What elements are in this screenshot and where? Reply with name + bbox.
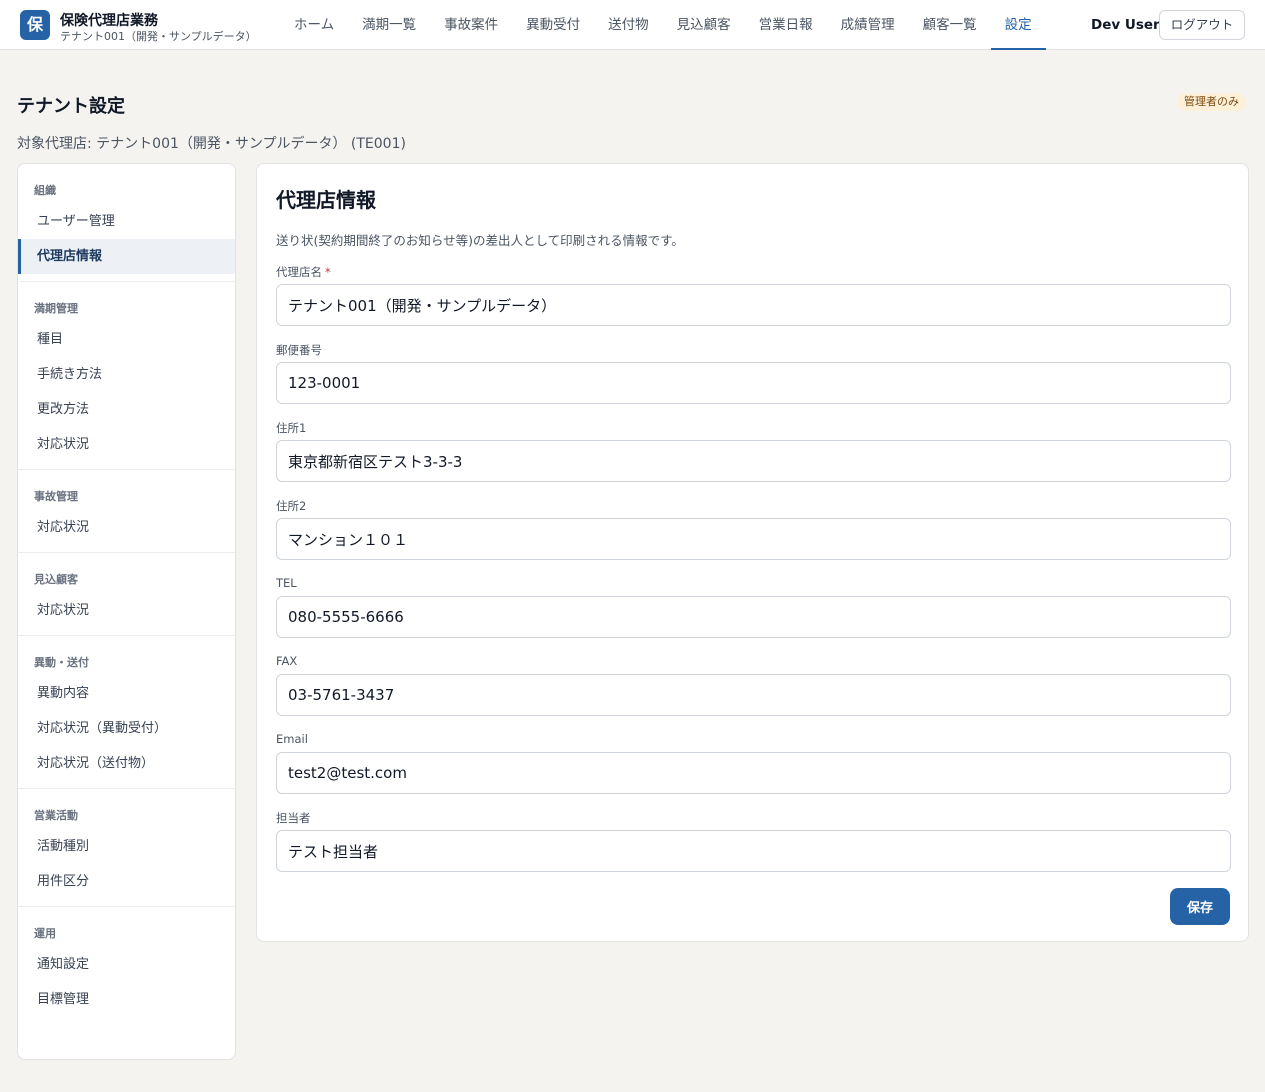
field-label: 代理店名 * xyxy=(276,264,331,280)
sidebar-section: 事故管理対応状況 xyxy=(18,470,235,553)
sidebar-item[interactable]: 通知設定 xyxy=(18,947,235,982)
field-input-0[interactable] xyxy=(276,284,1231,326)
nav-item-5[interactable]: 見込顧客 xyxy=(663,0,745,50)
field-input-6[interactable] xyxy=(276,752,1231,794)
sidebar-item[interactable]: 種目 xyxy=(18,322,235,357)
tenant-subtitle: テナント001（開発・サンプルデータ） xyxy=(60,30,257,43)
field-label-text: TEL xyxy=(276,576,297,590)
sidebar-section-heading: 異動・送付 xyxy=(34,656,89,669)
nav-item-3[interactable]: 異動受付 xyxy=(512,0,594,50)
field-input-7[interactable] xyxy=(276,830,1231,872)
settings-sidebar: 組織 ユーザー管理 代理店情報 満期管理 種目 手続き方法 更改方法 対応状況 事故管理 対応状況… xyxy=(17,163,236,1060)
sidebar-item[interactable]: 対応状況（送付物） xyxy=(18,746,235,781)
admin-only-badge: 管理者のみ xyxy=(1177,93,1246,111)
field-label-text: 担当者 xyxy=(276,811,311,825)
field-label-text: 住所2 xyxy=(276,499,307,513)
sidebar-section-heading: 事故管理 xyxy=(34,490,78,503)
field-label-text: 住所1 xyxy=(276,421,307,435)
sidebar-section: 営業活動活動種別 用件区分 xyxy=(18,789,235,907)
agency-info-card: 代理店情報 送り状(契約期間終了のお知らせ等)の差出人として印刷される情報です。… xyxy=(256,163,1249,942)
sidebar-item[interactable]: 用件区分 xyxy=(18,864,235,899)
field-input-2[interactable] xyxy=(276,440,1231,482)
top-header: 保 保険代理店業務 テナント001（開発・サンプルデータ） ホーム 満期一覧 事故案… xyxy=(0,0,1265,50)
nav-item-0[interactable]: ホーム xyxy=(280,0,348,50)
field-input-4[interactable] xyxy=(276,596,1231,638)
sidebar-section-heading: 組織 xyxy=(34,184,56,197)
nav-item-8[interactable]: 顧客一覧 xyxy=(909,0,991,50)
sidebar-item[interactable]: 更改方法 xyxy=(18,392,235,427)
sidebar-section-heading: 運用 xyxy=(34,927,56,940)
sidebar-item[interactable]: 対応状況 xyxy=(18,427,235,462)
sidebar-item[interactable]: 対応状況 xyxy=(18,510,235,545)
user-name: Dev User xyxy=(1091,17,1160,33)
main-nav: ホーム 満期一覧 事故案件 異動受付 送付物 見込顧客 営業日報 成績管理 顧客一覧 設定 xyxy=(280,0,1046,50)
field-label: FAX xyxy=(276,654,297,668)
sidebar-section-heading: 見込顧客 xyxy=(34,573,78,586)
sidebar-item[interactable]: 異動内容 xyxy=(18,676,235,711)
field-label: 郵便番号 xyxy=(276,342,322,358)
field-label: 住所1 xyxy=(276,420,306,436)
sidebar-item[interactable]: 手続き方法 xyxy=(18,357,235,392)
field-label-text: Email xyxy=(276,732,308,746)
sidebar-item[interactable]: 代理店情報 xyxy=(18,239,235,274)
sidebar-section-heading: 営業活動 xyxy=(34,809,78,822)
card-description: 送り状(契約期間終了のお知らせ等)の差出人として印刷される情報です。 xyxy=(276,233,684,248)
nav-item-7[interactable]: 成績管理 xyxy=(827,0,909,50)
page-title: テナント設定 xyxy=(17,96,125,117)
sidebar-item[interactable]: 活動種別 xyxy=(18,829,235,864)
field-label: 住所2 xyxy=(276,498,306,514)
sidebar-section-heading: 満期管理 xyxy=(34,302,78,315)
target-agency: 対象代理店: テナント001（開発・サンプルデータ） (TE001) xyxy=(17,136,406,152)
logout-button[interactable]: ログアウト xyxy=(1159,10,1245,40)
sidebar-item[interactable]: 対応状況 xyxy=(18,593,235,628)
sidebar-section: 異動・送付異動内容 対応状況（異動受付） 対応状況（送付物） xyxy=(18,636,235,789)
field-label-text: FAX xyxy=(276,654,298,668)
nav-item-4[interactable]: 送付物 xyxy=(594,0,663,50)
required-mark: * xyxy=(325,265,331,279)
sidebar-section: 見込顧客対応状況 xyxy=(18,553,235,636)
field-label: Email xyxy=(276,732,308,746)
sidebar-item[interactable]: 目標管理 xyxy=(18,982,235,1017)
nav-item-1[interactable]: 満期一覧 xyxy=(348,0,430,50)
sidebar-section: 運用通知設定 目標管理 xyxy=(18,907,235,1024)
card-title: 代理店情報 xyxy=(276,188,376,212)
nav-item-6[interactable]: 営業日報 xyxy=(745,0,827,50)
field-label: 担当者 xyxy=(276,810,311,826)
field-label-text: 代理店名 xyxy=(276,265,322,279)
sidebar-section: 満期管理種目 手続き方法 更改方法 対応状況 xyxy=(18,282,235,470)
sidebar-item[interactable]: ユーザー管理 xyxy=(18,204,235,239)
nav-item-2[interactable]: 事故案件 xyxy=(430,0,512,50)
app-title: 保険代理店業務 xyxy=(60,13,158,29)
nav-item-9[interactable]: 設定 xyxy=(990,0,1046,50)
field-label-text: 郵便番号 xyxy=(276,343,322,357)
field-input-1[interactable] xyxy=(276,362,1231,404)
field-input-3[interactable] xyxy=(276,518,1231,560)
save-button[interactable]: 保存 xyxy=(1170,888,1230,925)
sidebar-item[interactable]: 対応状況（異動受付） xyxy=(18,711,235,746)
field-label: TEL xyxy=(276,576,297,590)
sidebar-section: 組織ユーザー管理 代理店情報 xyxy=(18,164,235,282)
app-logo[interactable]: 保 xyxy=(20,10,50,40)
field-input-5[interactable] xyxy=(276,674,1231,716)
